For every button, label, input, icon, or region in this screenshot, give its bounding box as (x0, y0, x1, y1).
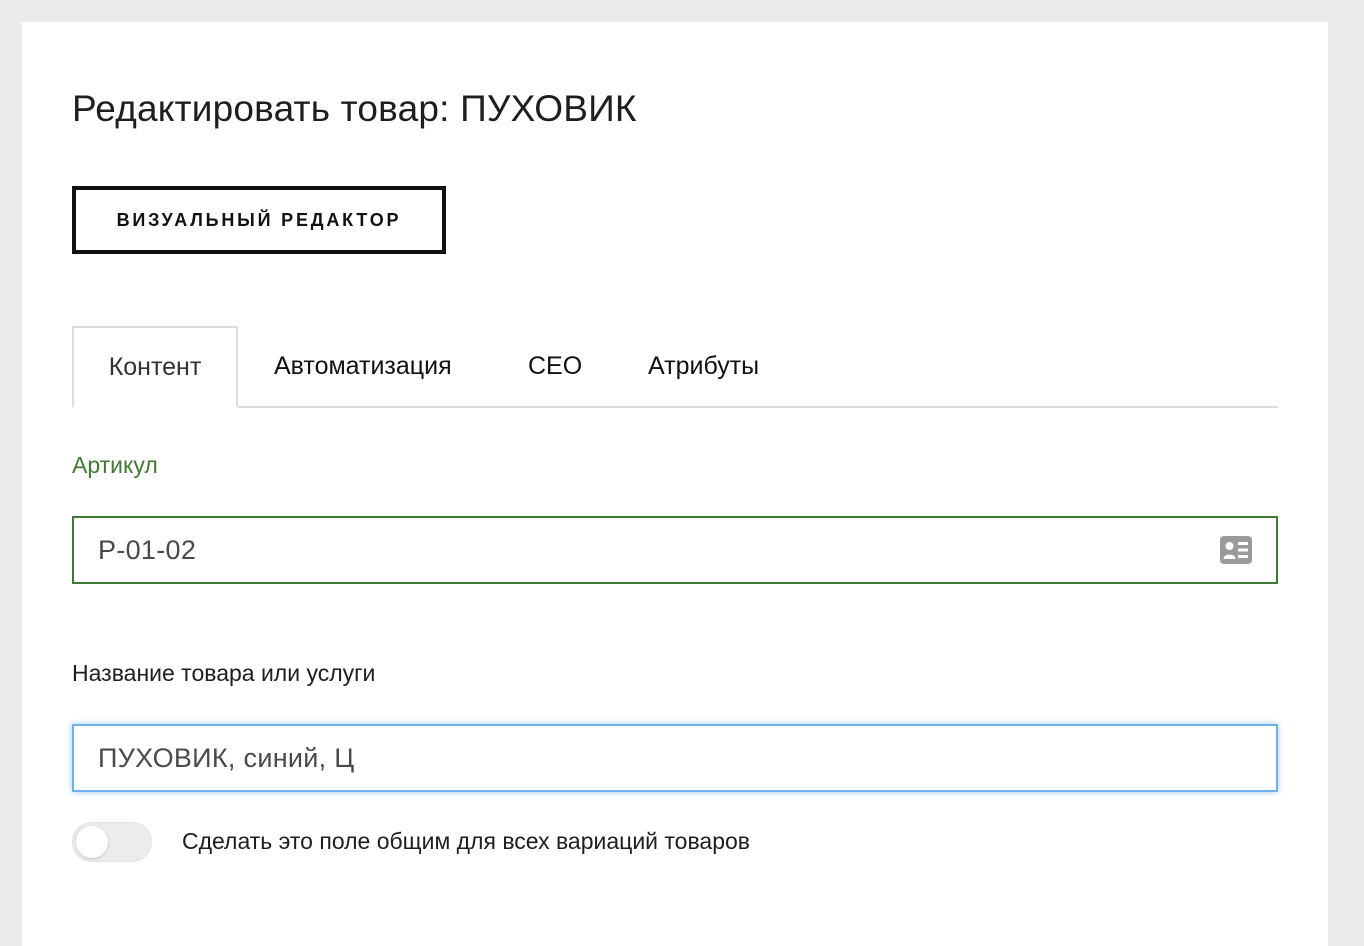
tab-automation[interactable]: Автоматизация (274, 326, 452, 406)
toggle-knob (76, 826, 108, 858)
contact-card-icon[interactable] (1220, 536, 1252, 564)
product-name-field-wrapper (72, 724, 1278, 792)
tab-attributes[interactable]: Атрибуты (648, 326, 759, 406)
tab-content[interactable]: Контент (72, 326, 238, 408)
visual-editor-button[interactable]: ВИЗУАЛЬНЫЙ РЕДАКТОР (72, 186, 446, 254)
product-name-label: Название товара или услуги (72, 660, 376, 686)
tab-bar: Контент Автоматизация СЕО Атрибуты (72, 326, 1278, 408)
shared-field-toggle[interactable] (72, 822, 152, 862)
product-name-input[interactable] (74, 728, 1198, 788)
sku-field-wrapper (72, 516, 1278, 584)
edit-product-panel: Редактировать товар: ПУХОВИК ВИЗУАЛЬНЫЙ … (22, 22, 1328, 946)
sku-input[interactable] (74, 520, 1198, 580)
tab-seo[interactable]: СЕО (528, 326, 582, 406)
page-title: Редактировать товар: ПУХОВИК (72, 88, 637, 129)
shared-field-toggle-label: Сделать это поле общим для всех вариаций… (182, 828, 751, 854)
sku-label: Артикул (72, 452, 158, 478)
